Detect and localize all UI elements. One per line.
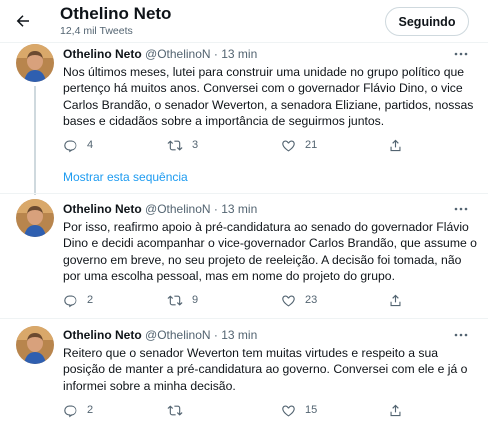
retweet-count: 3: [192, 139, 199, 151]
heart-icon: [282, 294, 295, 306]
more-button[interactable]: [452, 328, 470, 342]
tweet-count: 12,4 mil Tweets: [60, 25, 133, 37]
more-button[interactable]: [452, 47, 470, 61]
back-button[interactable]: [10, 8, 36, 34]
like-button[interactable]: 21: [281, 136, 317, 154]
header-title: Othelino Neto: [60, 4, 172, 23]
header-divider: [0, 42, 488, 43]
tweet-header: Othelino Neto @OthelinoN · 13 min: [63, 47, 257, 62]
like-count: 15: [305, 404, 318, 416]
separator: ·: [213, 328, 218, 342]
author-handle[interactable]: @OthelinoN: [145, 47, 211, 61]
tweet-text: Nos últimos meses, lutei para construir …: [63, 65, 474, 128]
share-icon: [390, 294, 401, 306]
more-horizontal-icon: [454, 52, 468, 56]
tweet-header: Othelino Neto @OthelinoN · 13 min: [63, 202, 257, 217]
retweet-count: 9: [192, 294, 199, 306]
retweet-button[interactable]: [167, 401, 192, 419]
share-icon: [390, 139, 401, 151]
tweet-text: Por isso, reafirmo apoio à pré-candidatu…: [63, 220, 477, 283]
reply-count: 4: [87, 139, 94, 151]
reply-button[interactable]: 2: [63, 291, 93, 309]
tweet-divider: [0, 318, 488, 319]
author-handle[interactable]: @OthelinoN: [145, 328, 211, 342]
more-horizontal-icon: [454, 207, 468, 211]
timestamp[interactable]: 13 min: [221, 328, 257, 342]
author-name[interactable]: Othelino Neto: [63, 202, 142, 216]
profile-header: Othelino Neto 12,4 mil Tweets Seguindo: [0, 0, 488, 42]
following-button[interactable]: Seguindo: [385, 7, 469, 36]
share-button[interactable]: [388, 136, 403, 154]
separator: ·: [213, 47, 218, 61]
author-name[interactable]: Othelino Neto: [63, 47, 142, 61]
author-name[interactable]: Othelino Neto: [63, 328, 142, 342]
avatar[interactable]: [16, 199, 54, 237]
share-icon: [390, 404, 401, 416]
retweet-icon: [167, 139, 183, 151]
heart-icon: [282, 404, 295, 416]
more-horizontal-icon: [454, 333, 468, 337]
reply-icon: [64, 139, 77, 152]
like-button[interactable]: 23: [281, 291, 317, 309]
tweet-divider: [0, 193, 488, 194]
reply-icon: [64, 404, 77, 417]
retweet-button[interactable]: 9: [167, 291, 198, 309]
thread-connector: [34, 86, 36, 195]
arrow-left-icon: [16, 15, 29, 27]
retweet-icon: [167, 404, 183, 416]
share-button[interactable]: [388, 401, 403, 419]
reply-button[interactable]: 4: [63, 136, 93, 154]
timestamp[interactable]: 13 min: [221, 47, 257, 61]
separator: ·: [213, 202, 218, 216]
avatar[interactable]: [16, 326, 54, 364]
reply-icon: [64, 294, 77, 307]
tweet-actions: 2 15: [63, 401, 477, 419]
tweet-actions: 2 9 23: [63, 291, 477, 309]
reply-button[interactable]: 2: [63, 401, 93, 419]
heart-icon: [282, 139, 295, 151]
reply-count: 2: [87, 294, 94, 306]
author-handle[interactable]: @OthelinoN: [145, 202, 211, 216]
like-count: 21: [305, 139, 318, 151]
like-button[interactable]: 15: [281, 401, 317, 419]
avatar[interactable]: [16, 44, 54, 82]
share-button[interactable]: [388, 291, 403, 309]
reply-count: 2: [87, 404, 94, 416]
tweet-actions: 4 3 21: [63, 136, 477, 154]
like-count: 23: [305, 294, 318, 306]
retweet-button[interactable]: 3: [167, 136, 198, 154]
show-thread-link[interactable]: Mostrar esta sequência: [63, 170, 188, 185]
tweet-text: Reitero que o senador Weverton tem muita…: [63, 346, 468, 393]
retweet-icon: [167, 294, 183, 306]
more-button[interactable]: [452, 202, 470, 216]
tweet-header: Othelino Neto @OthelinoN · 13 min: [63, 328, 257, 343]
timestamp[interactable]: 13 min: [221, 202, 257, 216]
